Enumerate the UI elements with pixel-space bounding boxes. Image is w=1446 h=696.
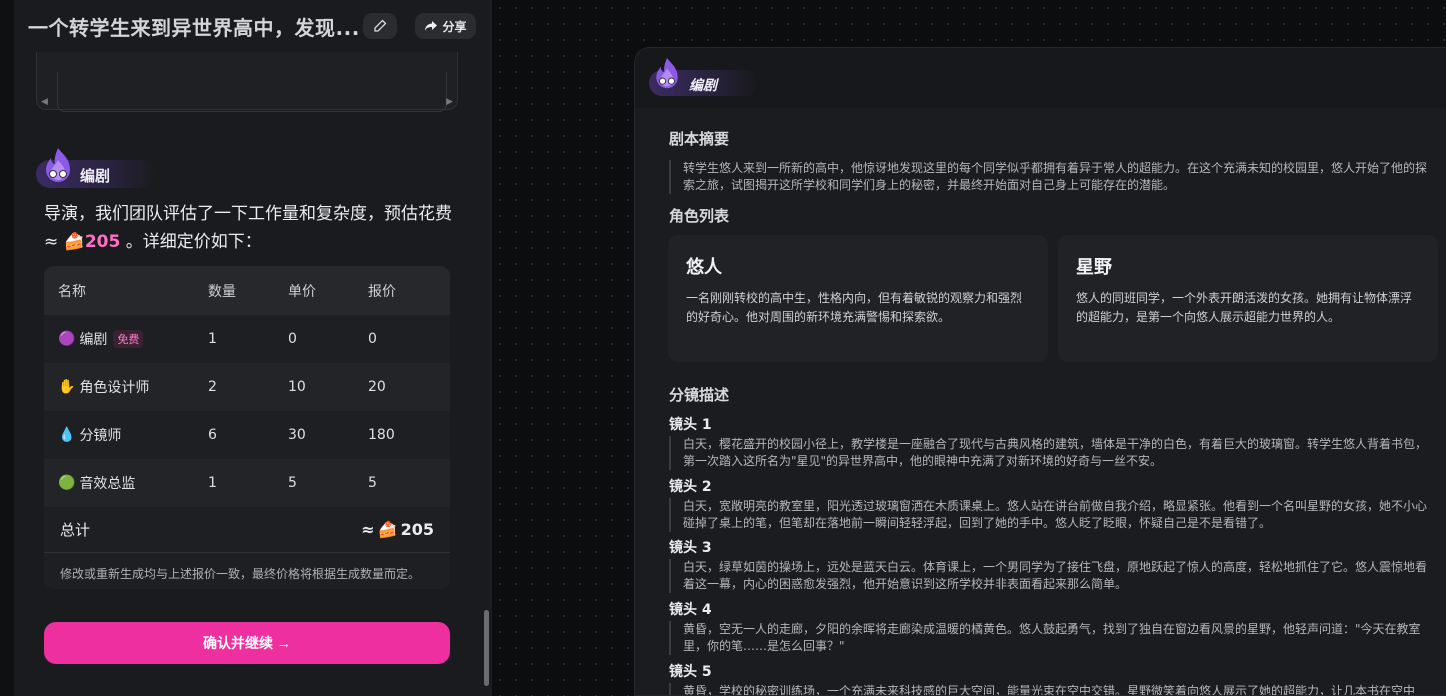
- qty-cell: 1: [208, 475, 217, 491]
- role-name: 分镜师: [79, 428, 122, 444]
- agent-message: 导演，我们团队评估了一下工作量和复杂度，预估花费 ≈ 🍰205 。详细定价如下：: [44, 200, 456, 256]
- shot-desc: 白天，宽敞明亮的教室里，阳光透过玻璃窗洒在木质课桌上。悠人站在讲台前做自我介绍，…: [669, 498, 1433, 532]
- total-cell: 180: [368, 427, 395, 443]
- unit-cell: 30: [288, 427, 306, 443]
- table-row: 🟣 编剧 免费 1 0 0: [44, 315, 450, 363]
- previous-inner-card: [57, 72, 447, 112]
- shots-heading: 分镜描述: [669, 386, 730, 404]
- blue-flame-icon: 💧: [58, 427, 76, 443]
- total-row: 总计 ≈ 🍰 205: [44, 507, 450, 553]
- share-label: 分享: [442, 19, 467, 34]
- role-name: 角色设计师: [79, 380, 150, 396]
- col-unit-header: 单价: [288, 283, 316, 300]
- document-body: [635, 108, 1446, 695]
- script-document-panel: 编剧 剧本摘要 转学生悠人来到一所新的高中，他惊讶地发现这里的每个同学似乎都拥有…: [634, 47, 1446, 696]
- message-price: 205: [84, 232, 121, 252]
- unit-cell: 5: [288, 475, 297, 491]
- project-title: 一个转学生来到异世界高中，发现...: [28, 16, 360, 40]
- role-card: 星野 悠人的同班同学，一个外表开朗活泼的女孩。她拥有让物体漂浮的超能力，是第一个…: [1058, 235, 1438, 362]
- share-button[interactable]: 分享: [415, 13, 476, 39]
- role-card-name: 星野: [1076, 257, 1112, 278]
- chat-header: 一个转学生来到异世界高中，发现... 分享: [14, 0, 492, 52]
- shot-desc: 白天，樱花盛开的校园小径上，教学楼是一座融合了现代与古典风格的建筑，墙体是干净的…: [669, 436, 1433, 470]
- role-name: 编剧: [79, 332, 108, 348]
- shot-desc: 黄昏，空无一人的走廊，夕阳的余晖将走廊染成温暖的橘黄色。悠人鼓起勇气，找到了独自…: [669, 621, 1433, 655]
- shot-desc: 白天，绿草如茵的操场上，远处是蓝天白云。体育课上，一个男同学为了接住飞盘，原地跃…: [669, 559, 1433, 593]
- role-name: 音效总监: [79, 476, 136, 492]
- table-row: 🟢 音效总监 1 5 5: [44, 459, 450, 507]
- qty-cell: 1: [208, 331, 217, 347]
- summary-heading: 剧本摘要: [669, 130, 730, 148]
- unit-cell: 0: [288, 331, 297, 347]
- table-row: ✋ 角色设计师 2 10 20: [44, 363, 450, 411]
- role-card-desc: 悠人的同班同学，一个外表开朗活泼的女孩。她拥有让物体漂浮的超能力，是第一个向悠人…: [1076, 291, 1413, 324]
- shot-title: 镜头 3: [669, 540, 712, 556]
- total-label: 总计: [60, 521, 91, 539]
- table-header: 名称 数量 单价 报价: [44, 266, 450, 315]
- agent-badge: 编剧: [36, 146, 156, 188]
- summary-text: 转学生悠人来到一所新的高中，他惊讶地发现这里的每个同学似乎都拥有着异于常人的超能…: [669, 160, 1433, 194]
- cake-coin-icon: 🍰: [63, 232, 85, 252]
- total-cell: 20: [368, 379, 386, 395]
- purple-flame-icon: [656, 58, 678, 89]
- col-qty-header: 数量: [208, 283, 236, 300]
- table-row: 💧 分镜师 6 30 180: [44, 411, 450, 459]
- total-cell: 0: [368, 331, 377, 347]
- agent-name: 编剧: [80, 167, 111, 185]
- purple-flame-icon: 🟣: [58, 331, 76, 347]
- qty-cell: 6: [208, 427, 217, 443]
- shot-title: 镜头 2: [669, 479, 712, 495]
- role-card: 悠人 一名刚刚转校的高中生，性格内向，但有着敏锐的观察力和强烈的好奇心。他对周围…: [668, 235, 1048, 362]
- yellow-hand-icon: ✋: [58, 379, 76, 395]
- shot-title: 镜头 1: [669, 417, 712, 433]
- pencil-icon: [374, 19, 387, 32]
- col-total-header: 报价: [368, 283, 396, 300]
- document-agent-name: 编剧: [689, 78, 717, 94]
- roles-heading: 角色列表: [669, 207, 730, 225]
- total-cell: 5: [368, 475, 377, 491]
- shot-desc: 黄昏，学校的秘密训练场，一个充满未来科技感的巨大空间，能量光束在空中交错。星野微…: [669, 683, 1433, 695]
- free-badge: 免费: [113, 330, 144, 348]
- total-value: ≈ 🍰 205: [361, 520, 434, 539]
- confirm-continue-button[interactable]: 确认并继续 →: [44, 622, 450, 664]
- scroll-left-arrow-icon[interactable]: ◀: [41, 97, 48, 107]
- scroll-right-arrow-icon[interactable]: ▶: [446, 97, 453, 107]
- chat-panel: 一个转学生来到异世界高中，发现... 分享 ◀ ▶ 编剧 导演，我们团队评估了一…: [14, 0, 492, 696]
- role-cards: 悠人 一名刚刚转校的高中生，性格内向，但有着敏锐的观察力和强烈的好奇心。他对周围…: [668, 235, 1446, 362]
- message-suffix: 。详细定价如下：: [120, 232, 262, 252]
- pricing-note: 修改或重新生成均与上述报价一致，最终价格将根据生成数量而定。: [44, 553, 450, 589]
- green-figure-icon: 🟢: [58, 475, 76, 491]
- share-icon: [425, 21, 438, 31]
- pricing-table: 名称 数量 单价 报价 🟣 编剧 免费 1 0 0 ✋ 角色设计师 2 10 20 💧…: [44, 266, 450, 589]
- shot-title: 镜头 5: [669, 664, 712, 680]
- shot-title: 镜头 4: [669, 602, 712, 618]
- col-name-header: 名称: [58, 283, 86, 300]
- chat-scrollbar[interactable]: [484, 610, 489, 686]
- table-body: 🟣 编剧 免费 1 0 0 ✋ 角色设计师 2 10 20 💧 分镜师 6 30 180…: [44, 315, 450, 507]
- document-agent-badge: 编剧: [649, 56, 759, 96]
- unit-cell: 10: [288, 379, 306, 395]
- total-amount: 205: [400, 520, 434, 539]
- purple-flame-icon: [46, 148, 70, 182]
- role-card-name: 悠人: [686, 257, 722, 278]
- role-card-desc: 一名刚刚转校的高中生，性格内向，但有着敏锐的观察力和强烈的好奇心。他对周围的新环…: [686, 291, 1023, 324]
- edit-title-button[interactable]: [363, 13, 397, 39]
- qty-cell: 2: [208, 379, 217, 395]
- cake-coin-icon: 🍰: [377, 520, 398, 539]
